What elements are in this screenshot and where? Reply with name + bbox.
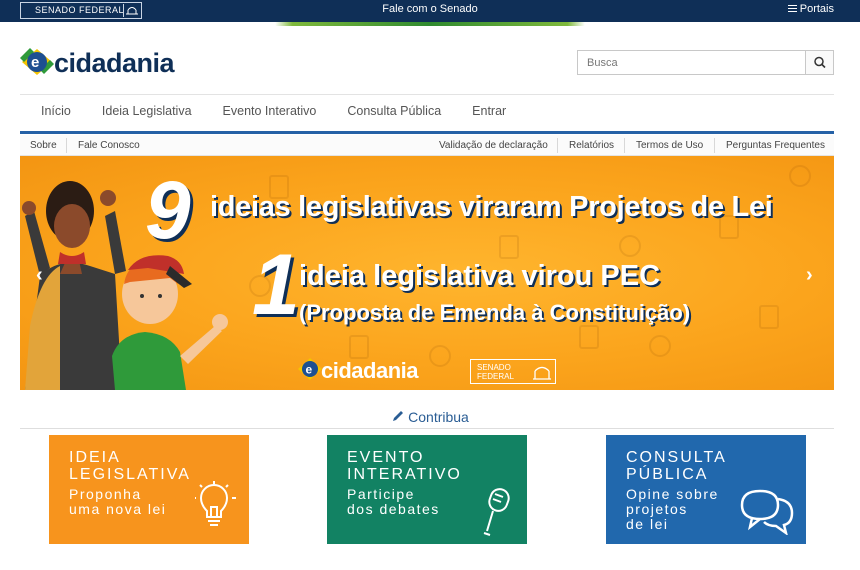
card-description: Proponha uma nova lei bbox=[69, 486, 167, 517]
banner-next-arrow[interactable]: › bbox=[806, 264, 813, 287]
nav-underline bbox=[20, 131, 834, 134]
e-ball-icon: e bbox=[298, 358, 322, 380]
senado-building-icon bbox=[533, 366, 551, 380]
card-description: Participe dos debates bbox=[347, 486, 440, 517]
banner-senado-label: SENADO FEDERAL bbox=[477, 363, 514, 381]
nav-entrar[interactable]: Entrar bbox=[472, 104, 506, 118]
banner-ecidadania-logo: e cidadania bbox=[297, 356, 418, 384]
subnav-divider bbox=[714, 138, 715, 153]
card-title: CONSULTA PÚBLICA bbox=[626, 449, 727, 483]
search-input[interactable] bbox=[578, 51, 807, 74]
contribua-divider bbox=[20, 428, 834, 429]
svg-text:e: e bbox=[31, 54, 39, 71]
card-consulta-publica[interactable]: CONSULTA PÚBLICA Opine sobre projetos de… bbox=[606, 435, 806, 544]
banner-number-one: 1 bbox=[252, 237, 300, 333]
flag-stripe bbox=[0, 22, 860, 26]
svg-text:e: e bbox=[306, 363, 313, 377]
contribua-heading: Contribua bbox=[0, 409, 860, 425]
banner-prev-arrow[interactable]: ‹ bbox=[36, 264, 43, 287]
subnav-divider bbox=[624, 138, 625, 153]
search-button[interactable] bbox=[805, 51, 833, 74]
microphone-icon bbox=[483, 488, 510, 536]
subnav-validacao[interactable]: Validação de declaração bbox=[439, 140, 548, 151]
card-ideia-legislativa[interactable]: IDEIA LEGISLATIVA Proponha uma nova lei bbox=[49, 435, 249, 544]
subnav-divider bbox=[66, 138, 67, 153]
sub-nav: Sobre Fale Conosco Validação de declaraç… bbox=[20, 135, 834, 156]
subnav-sobre[interactable]: Sobre bbox=[30, 140, 57, 151]
fale-com-o-senado-link[interactable]: Fale com o Senado bbox=[0, 3, 860, 15]
lightbulb-icon bbox=[195, 481, 236, 526]
banner-logo-text: cidadania bbox=[321, 358, 418, 383]
search-box bbox=[577, 50, 834, 75]
nav-consulta-publica[interactable]: Consulta Pública bbox=[347, 104, 441, 118]
speech-bubbles-icon bbox=[740, 489, 794, 535]
main-nav: Início Ideia Legislativa Evento Interati… bbox=[20, 104, 516, 122]
top-bar: SENADO FEDERAL Fale com o Senado Portais bbox=[0, 0, 860, 22]
logo-text: cidadania bbox=[54, 48, 175, 78]
card-title: IDEIA LEGISLATIVA bbox=[69, 449, 191, 483]
banner-subheadline: (Proposta de Emenda à Constituição) bbox=[299, 300, 691, 325]
nav-inicio[interactable]: Início bbox=[41, 104, 71, 118]
hamburger-icon bbox=[787, 5, 797, 12]
banner-headline-1: ideias legislativas viraram Projetos de … bbox=[210, 191, 773, 223]
subnav-termos[interactable]: Termos de Uso bbox=[636, 140, 703, 151]
banner-senado-logo: SENADO FEDERAL bbox=[470, 359, 556, 384]
contribua-label: Contribua bbox=[408, 409, 469, 425]
pencil-icon bbox=[393, 411, 404, 421]
search-icon bbox=[814, 56, 826, 69]
nav-ideia-legislativa[interactable]: Ideia Legislativa bbox=[102, 104, 192, 118]
e-ball-icon: e bbox=[20, 48, 54, 75]
header-divider bbox=[20, 94, 834, 95]
hero-banner[interactable]: ‹ › 9 ideias legislativas viraram Projet… bbox=[20, 156, 834, 390]
subnav-divider bbox=[557, 138, 558, 153]
subnav-fale-conosco[interactable]: Fale Conosco bbox=[78, 140, 140, 151]
banner-number-nine: 9 bbox=[145, 165, 191, 256]
portais-label: Portais bbox=[799, 3, 834, 15]
banner-headline-2: ideia legislativa virou PEC bbox=[299, 260, 661, 292]
card-description: Opine sobre projetos de lei bbox=[626, 486, 719, 532]
card-title: EVENTO INTERATIVO bbox=[347, 449, 462, 483]
subnav-relatorios[interactable]: Relatórios bbox=[569, 140, 614, 151]
subnav-perguntas[interactable]: Perguntas Frequentes bbox=[726, 140, 825, 151]
card-evento-interativo[interactable]: EVENTO INTERATIVO Participe dos debates bbox=[327, 435, 527, 544]
portais-menu[interactable]: Portais bbox=[787, 3, 834, 15]
nav-evento-interativo[interactable]: Evento Interativo bbox=[223, 104, 317, 118]
